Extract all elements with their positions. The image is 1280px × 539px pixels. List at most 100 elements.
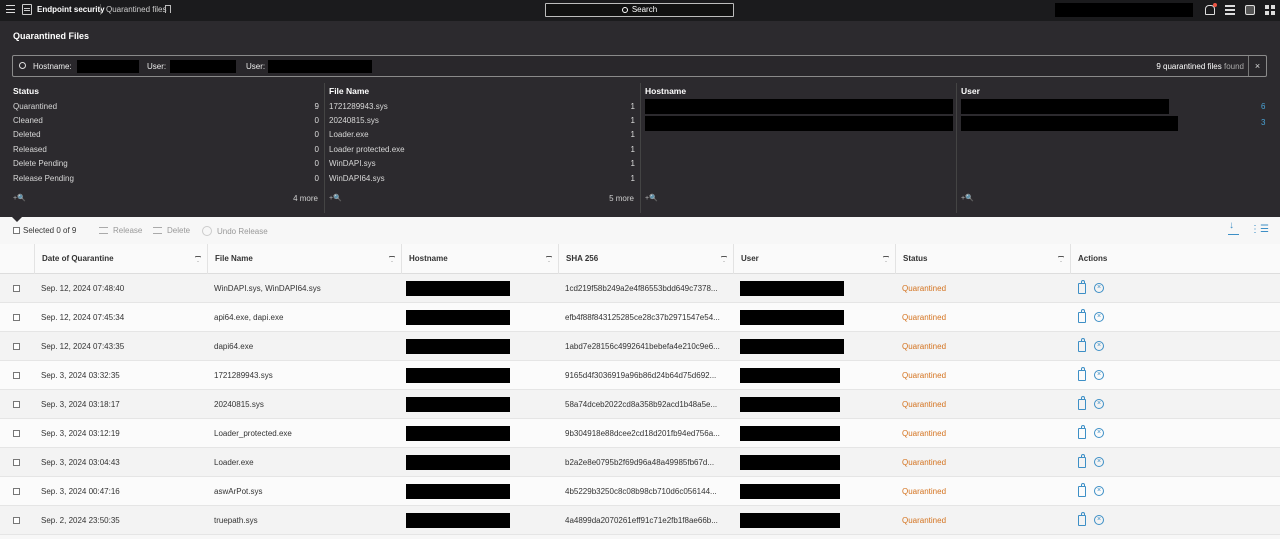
table-row[interactable]: Sep. 12, 2024 07:45:34 api64.exe, dapi.ex…: [0, 303, 1280, 332]
download-icon[interactable]: [1228, 220, 1239, 235]
facet-item-quarantined[interactable]: Quarantined 9: [13, 101, 319, 113]
facet-item-release-pending[interactable]: Release Pending 0: [13, 173, 319, 185]
table-row[interactable]: Sep. 3, 2024 03:32:35 1721289943.sys 9165d…: [0, 361, 1280, 390]
table-row[interactable]: Sep. 3, 2024 03:12:19 Loader_protected.ex…: [0, 419, 1280, 448]
table-row[interactable]: Sep. 3, 2024 00:47:16 aswArPot.sys 4b5229b…: [0, 477, 1280, 506]
app-name[interactable]: Endpoint security: [37, 5, 105, 14]
row-checkbox[interactable]: [13, 314, 20, 321]
row-checkbox-cell[interactable]: [6, 448, 34, 477]
delete-file-icon[interactable]: ×: [1094, 370, 1104, 380]
facet-item-redacted[interactable]: [645, 99, 953, 114]
facet-item-file[interactable]: 20240815.sys 1: [329, 115, 635, 127]
apps-grid-icon[interactable]: [1265, 5, 1275, 15]
release-file-icon[interactable]: [1078, 338, 1086, 352]
delete-button[interactable]: Delete: [153, 226, 190, 235]
delete-file-icon[interactable]: ×: [1094, 457, 1104, 467]
menu-icon[interactable]: [6, 5, 15, 13]
facet-search-icon[interactable]: +🔍: [13, 194, 26, 202]
facet-search-icon[interactable]: +🔍: [329, 194, 342, 202]
redacted-account-name[interactable]: [1055, 3, 1193, 17]
select-all-checkbox[interactable]: [13, 227, 20, 234]
menu-list-icon[interactable]: [1225, 5, 1235, 15]
table-row[interactable]: Sep. 12, 2024 07:48:40 WinDAPI.sys, WinDA…: [0, 274, 1280, 303]
row-checkbox-cell[interactable]: [6, 274, 34, 303]
facet-item-file[interactable]: Loader.exe 1: [329, 129, 635, 141]
table-row[interactable]: Sep. 2, 2024 23:50:35 truepath.sys 4a4899d…: [0, 506, 1280, 535]
breadcrumb[interactable]: Quarantined files: [106, 5, 166, 14]
release-file-icon[interactable]: [1078, 309, 1086, 323]
filter-icon[interactable]: [1058, 256, 1064, 262]
avatar[interactable]: [1245, 5, 1255, 15]
filter-icon[interactable]: [389, 256, 395, 262]
row-checkbox[interactable]: [13, 401, 20, 408]
row-checkbox-cell[interactable]: [6, 332, 34, 361]
column-date[interactable]: Date of Quarantine: [34, 244, 207, 274]
release-file-icon[interactable]: [1078, 512, 1086, 526]
row-checkbox[interactable]: [13, 517, 20, 524]
clear-filter-button[interactable]: ×: [1248, 56, 1266, 76]
row-checkbox-cell[interactable]: [6, 506, 34, 535]
facet-item-delete-pending[interactable]: Delete Pending 0: [13, 158, 319, 170]
facet-count[interactable]: 3: [1261, 118, 1265, 127]
row-checkbox[interactable]: [13, 488, 20, 495]
facet-item-file[interactable]: WinDAPI.sys 1: [329, 158, 635, 170]
column-settings-icon[interactable]: ⋮☰: [1250, 224, 1269, 235]
row-checkbox-cell[interactable]: [6, 303, 34, 332]
facet-item-file[interactable]: 1721289943.sys 1: [329, 101, 635, 113]
row-checkbox[interactable]: [13, 343, 20, 350]
user-filter-value-redacted[interactable]: [170, 60, 236, 73]
facet-item-file[interactable]: Loader protected.exe 1: [329, 144, 635, 156]
row-checkbox-cell[interactable]: [6, 419, 34, 448]
row-checkbox-cell[interactable]: [6, 390, 34, 419]
delete-file-icon[interactable]: ×: [1094, 312, 1104, 322]
release-file-icon[interactable]: [1078, 454, 1086, 468]
row-checkbox[interactable]: [13, 285, 20, 292]
column-hostname[interactable]: Hostname: [401, 244, 558, 274]
facet-more-link[interactable]: 5 more: [609, 194, 634, 203]
release-file-icon[interactable]: [1078, 483, 1086, 497]
select-all[interactable]: Selected 0 of 9: [13, 226, 76, 235]
release-file-icon[interactable]: [1078, 425, 1086, 439]
release-button[interactable]: Release: [99, 226, 142, 235]
facet-item-file[interactable]: WinDAPI64.sys 1: [329, 173, 635, 185]
filter-icon[interactable]: [883, 256, 889, 262]
column-sha256[interactable]: SHA 256: [558, 244, 733, 274]
delete-file-icon[interactable]: ×: [1094, 399, 1104, 409]
bookmark-icon[interactable]: [165, 5, 171, 13]
delete-file-icon[interactable]: ×: [1094, 486, 1104, 496]
row-checkbox[interactable]: [13, 459, 20, 466]
table-row[interactable]: Sep. 3, 2024 03:18:17 20240815.sys 58a74dc…: [0, 390, 1280, 419]
facet-item-redacted[interactable]: [961, 116, 1178, 131]
delete-file-icon[interactable]: ×: [1094, 515, 1104, 525]
facet-count[interactable]: 6: [1261, 102, 1265, 111]
delete-file-icon[interactable]: ×: [1094, 283, 1104, 293]
facet-item-redacted[interactable]: [961, 99, 1169, 114]
facet-more-link[interactable]: 4 more: [293, 194, 318, 203]
notifications-bell-icon[interactable]: [1205, 3, 1217, 15]
column-file-name[interactable]: File Name: [207, 244, 401, 274]
row-checkbox-cell[interactable]: [6, 477, 34, 506]
column-status[interactable]: Status: [895, 244, 1070, 274]
delete-file-icon[interactable]: ×: [1094, 428, 1104, 438]
facet-item-cleaned[interactable]: Cleaned 0: [13, 115, 319, 127]
filter-icon[interactable]: [195, 256, 201, 262]
table-row[interactable]: Sep. 12, 2024 07:43:35 dapi64.exe 1abd7e28…: [0, 332, 1280, 361]
table-row[interactable]: Sep. 3, 2024 03:04:43 Loader.exe b2a2e8e07…: [0, 448, 1280, 477]
global-search-button[interactable]: Search: [545, 3, 734, 17]
release-file-icon[interactable]: [1078, 280, 1086, 294]
user-filter-value-redacted[interactable]: [268, 60, 372, 73]
facet-item-redacted[interactable]: [645, 116, 953, 131]
row-checkbox[interactable]: [13, 430, 20, 437]
delete-file-icon[interactable]: ×: [1094, 341, 1104, 351]
column-user[interactable]: User: [733, 244, 895, 274]
filter-icon[interactable]: [546, 256, 552, 262]
filter-icon[interactable]: [721, 256, 727, 262]
filter-bar[interactable]: Hostname: User: User: 9 quarantined file…: [12, 55, 1267, 77]
hostname-filter-value-redacted[interactable]: [77, 60, 139, 73]
facet-search-icon[interactable]: +🔍: [645, 194, 658, 202]
facet-search-icon[interactable]: +🔍: [961, 194, 974, 202]
row-checkbox-cell[interactable]: [6, 361, 34, 390]
release-file-icon[interactable]: [1078, 396, 1086, 410]
facet-item-released[interactable]: Released 0: [13, 144, 319, 156]
facet-item-deleted[interactable]: Deleted 0: [13, 129, 319, 141]
